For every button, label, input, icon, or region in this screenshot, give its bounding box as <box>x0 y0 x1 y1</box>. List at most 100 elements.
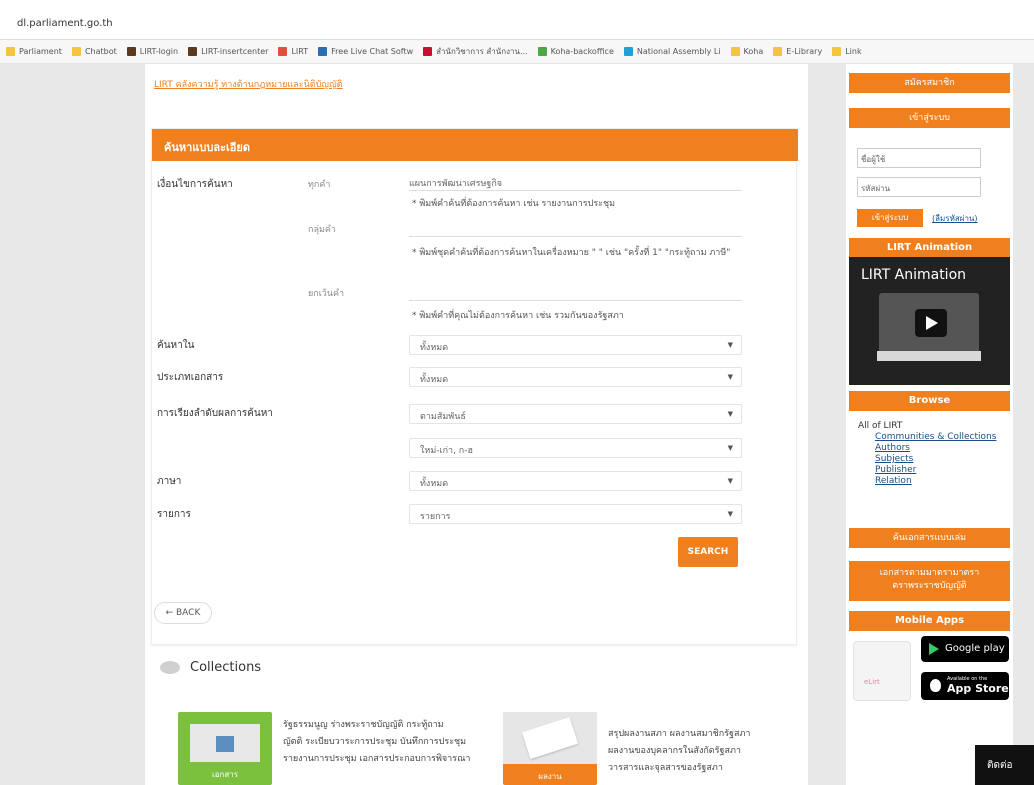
bookmark-label: สำนักวิชาการ สำนักงาน... <box>436 47 528 56</box>
bookmark-icon <box>423 47 433 56</box>
bookmark-icon <box>126 47 136 56</box>
bookmark-icon <box>71 47 81 56</box>
login-header: เข้าสู่ระบบ <box>849 108 1010 128</box>
bookmark-item[interactable]: Koha <box>730 47 764 56</box>
collection-card-works[interactable]: ผลงาน <box>503 712 597 785</box>
exclude-hint: * พิมพ์คำที่คุณไม่ต้องการค้นหา เช่น รวมก… <box>412 311 624 321</box>
phrase-label: กลุ่มคำ <box>308 225 336 235</box>
bookmark-item[interactable]: สำนักวิชาการ สำนักงาน... <box>423 45 528 58</box>
bookmark-item[interactable]: Koha-backoffice <box>537 47 614 56</box>
chevron-down-icon: ▼ <box>727 410 733 418</box>
bookmark-label: Parliament <box>19 47 62 56</box>
bookmark-item[interactable]: LIRT-login <box>126 47 178 56</box>
documents-line: รายงานการประชุม เอกสารประกอบการพิจารณา <box>283 754 471 764</box>
doctype-select[interactable]: ทั้งหมด ▼ <box>409 367 742 387</box>
browse-subjects[interactable]: Subjects <box>858 454 996 465</box>
thumbnail-strip <box>877 351 981 361</box>
bookmark-item[interactable]: National Assembly Li <box>623 47 721 56</box>
mobile-apps-header: Mobile Apps <box>849 611 1010 631</box>
doctype-value: ทั้งหมด <box>420 375 449 385</box>
bookmarks-bar: Parliament Chatbot LIRT-login LIRT-insertce… <box>0 40 1034 64</box>
search-button[interactable]: SEARCH <box>678 537 738 567</box>
law-docs-line: เอกสารตามมาตรามาตรา <box>879 568 980 578</box>
bookmark-item[interactable]: E-Library <box>773 47 822 56</box>
search-in-select[interactable]: ทั้งหมด ▼ <box>409 335 742 355</box>
app-store-badge[interactable]: Available on the App Store <box>921 672 1009 700</box>
chevron-down-icon: ▼ <box>727 341 733 349</box>
picture-icon <box>216 736 234 752</box>
language-label: ภาษา <box>157 476 182 487</box>
animation-video[interactable]: LIRT Animation <box>849 257 1010 385</box>
app-store-label: App Store <box>947 682 1009 695</box>
all-words-input[interactable]: แผนการพัฒนาเศรษฐกิจ <box>409 173 742 191</box>
documents-caption: เอกสาร <box>211 770 239 779</box>
bookmark-label: Koha-backoffice <box>550 47 614 56</box>
documents-line: รัฐธรรมนูญ ร่างพระราชบัญญัติ กระทู้ถาม <box>283 720 444 730</box>
username-input[interactable]: ชื่อผู้ใช้ <box>857 148 981 168</box>
chevron-down-icon: ▼ <box>727 477 733 485</box>
works-caption: ผลงาน <box>538 772 562 781</box>
law-docs-button[interactable]: เอกสารตามมาตรามาตรา ตราพระราชบัญญัติ <box>849 561 1010 601</box>
language-value: ทั้งหมด <box>420 479 449 489</box>
bookmark-item[interactable]: Free Live Chat Softw <box>318 47 413 56</box>
forgot-password-link[interactable]: (ลืมรหัสผ่าน) <box>932 212 978 225</box>
browse-relation[interactable]: Relation <box>858 476 996 487</box>
items-select[interactable]: รายการ ▼ <box>409 504 742 524</box>
bookmark-item[interactable]: Chatbot <box>71 47 117 56</box>
bookmark-icon <box>6 47 15 56</box>
browse-authors[interactable]: Authors <box>858 443 996 454</box>
url-text[interactable]: dl.parliament.go.th <box>17 18 113 29</box>
bookmark-icon <box>623 47 633 56</box>
works-description: สรุปผลงานสภา ผลงานสมาชิกรัฐสภา ผลงานของบ… <box>608 726 750 777</box>
bookmark-icon <box>278 47 288 56</box>
bookmark-item[interactable]: Parliament <box>6 47 62 56</box>
browse-communities[interactable]: Communities & Collections <box>858 432 996 443</box>
browser-address-bar[interactable]: dl.parliament.go.th <box>0 10 1034 40</box>
bookmark-label: National Assembly Li <box>636 47 721 56</box>
bookmark-icon <box>537 47 547 56</box>
advanced-search-panel: ค้นหาแบบละเอียด เงื่อนไขการค้นหา ทุกคำ แ… <box>151 128 798 645</box>
bookmark-icon <box>730 47 740 56</box>
register-button[interactable]: สมัครสมาชิก <box>849 73 1010 93</box>
login-button[interactable]: เข้าสู่ระบบ <box>857 209 923 227</box>
main-content: LIRT คลังความรู้ ทางด้านกฎหมายและนิติบัญ… <box>145 64 808 785</box>
google-play-label: Google play <box>945 643 1005 654</box>
app-icon-label: eLirt <box>864 678 880 686</box>
bookmark-item[interactable]: Link <box>832 47 862 56</box>
bookmark-label: Koha <box>743 47 764 56</box>
bookmark-item[interactable]: LIRT <box>278 47 308 56</box>
documents-description: รัฐธรรมนูญ ร่างพระราชบัญญัติ กระทู้ถาม ญ… <box>283 717 470 768</box>
apple-icon <box>930 679 941 692</box>
exclude-label: ยกเว้นคำ <box>308 289 345 299</box>
collections-heading: Collections <box>160 660 261 675</box>
browse-header: Browse <box>849 391 1010 411</box>
all-words-label: ทุกคำ <box>308 180 331 190</box>
chevron-down-icon: ▼ <box>727 373 733 381</box>
back-button[interactable]: ← BACK <box>154 602 212 624</box>
bookmark-item[interactable]: LIRT-insertcenter <box>188 47 268 56</box>
browse-all[interactable]: All of LIRT <box>858 421 996 432</box>
chat-widget-button[interactable]: ติดต่อ <box>975 745 1034 785</box>
bookmark-label: Link <box>845 47 862 56</box>
doc-search-button[interactable]: ค้นเอกสารแบบเล่ม <box>849 528 1010 548</box>
works-line: สรุปผลงานสภา ผลงานสมาชิกรัฐสภา <box>608 729 751 739</box>
phrase-input[interactable] <box>409 219 742 237</box>
right-sidebar: สมัครสมาชิก เข้าสู่ระบบ ชื่อผู้ใช้ รหัสผ… <box>846 64 1013 785</box>
browse-publisher[interactable]: Publisher <box>858 465 996 476</box>
lirt-top-link[interactable]: LIRT คลังความรู้ ทางด้านกฎหมายและนิติบัญ… <box>154 77 342 91</box>
left-margin <box>0 64 145 785</box>
far-right-margin <box>1013 64 1034 785</box>
order-select[interactable]: ใหม่-เก่า, ก-ฮ ▼ <box>409 438 742 458</box>
items-value: รายการ <box>420 512 451 522</box>
elirt-app-icon[interactable]: eLirt <box>853 641 911 701</box>
collection-card-documents[interactable]: เอกสาร <box>178 712 272 785</box>
documents-image <box>190 724 260 762</box>
search-condition-label: เงื่อนไขการค้นหา <box>157 179 233 190</box>
google-play-badge[interactable]: Google play <box>921 636 1009 662</box>
doctype-label: ประเภทเอกสาร <box>157 372 224 383</box>
language-select[interactable]: ทั้งหมด ▼ <box>409 471 742 491</box>
sort-select[interactable]: ตามสัมพันธ์ ▼ <box>409 404 742 424</box>
exclude-input[interactable] <box>409 283 742 301</box>
browse-list: All of LIRT Communities & Collections Au… <box>858 421 996 487</box>
password-input[interactable]: รหัสผ่าน <box>857 177 981 197</box>
